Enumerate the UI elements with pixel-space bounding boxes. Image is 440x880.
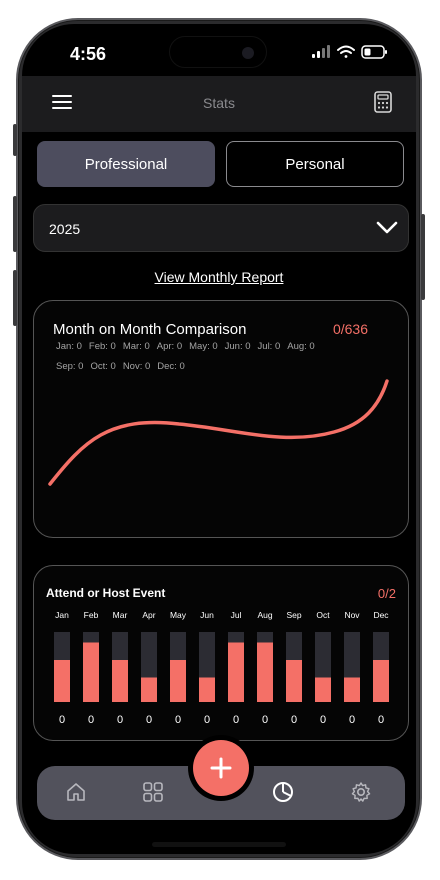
year-select-value: 2025 [49,221,81,237]
volume-up-button [13,196,17,252]
bar-month-label: Aug [257,610,272,620]
bar-month-label: Sep [286,610,301,620]
bar [54,660,70,702]
tab-professional[interactable]: Professional [37,141,215,187]
bar-month-label: Oct [316,610,330,620]
bar [141,677,157,702]
page-title: Stats [203,95,235,111]
home-icon[interactable] [65,781,87,803]
battery-icon [361,45,387,59]
bar-month-label: Jan [55,610,69,620]
power-button [421,214,425,300]
signal-icon [312,45,330,58]
gear-icon[interactable] [350,781,372,803]
camera-icon [242,47,254,59]
bar-value-label: 0 [175,714,181,726]
bar [373,660,389,702]
bar-value-label: 0 [88,714,94,726]
plus-icon [210,757,232,779]
view-monthly-report-link[interactable]: View Monthly Report [22,269,416,285]
bar-value-label: 0 [349,714,355,726]
comparison-line-chart [48,379,389,486]
attend-host-event-card: Attend or Host Event 0/2 Jan 0 Feb 0 Mar 0 Apr… [33,565,409,741]
bar-value-label: 0 [320,714,326,726]
bar-month-label: Feb [84,610,99,620]
event-bar-chart: Jan 0 Feb 0 Mar 0 Apr 0 May 0 Jun 0 Jul 0 Aug 0 Sep 0 Oct 0… [54,610,389,726]
calculator-icon[interactable] [374,91,392,113]
bar-value-label: 0 [233,714,239,726]
dynamic-island [169,36,267,68]
bar-value-label: 0 [291,714,297,726]
bar-value-label: 0 [59,714,65,726]
add-button[interactable] [193,740,249,796]
bar-value-label: 0 [204,714,210,726]
bar-month-label: Jun [200,610,214,620]
volume-down-button [13,270,17,326]
bar-value-label: 0 [117,714,123,726]
bar-month-label: Apr [142,610,155,620]
status-time: 4:56 [70,44,107,64]
bar-month-label: Jul [231,610,242,620]
bar [286,660,302,702]
bar [170,660,186,702]
bar [344,677,360,702]
screen: 4:56 Stats Professional Personal 2025 Vi… [22,24,416,854]
status-icons [312,44,388,65]
bar-value-label: 0 [262,714,268,726]
bar [315,677,331,702]
tab-personal[interactable]: Personal [226,141,404,187]
chevron-down-icon [376,221,398,234]
wifi-icon [337,45,355,58]
pie-chart-icon[interactable] [272,781,294,803]
bar [257,642,273,702]
bar-value-label: 0 [146,714,152,726]
bar [83,642,99,702]
bar-value-label: 0 [378,714,384,726]
home-indicator [152,842,286,847]
bar-month-label: May [170,610,187,620]
mute-switch [13,124,17,156]
year-select[interactable]: 2025 [33,204,409,252]
bar [199,677,215,702]
grid-icon[interactable] [142,781,164,803]
bar-month-label: Dec [373,610,389,620]
comparison-curve [48,379,389,486]
bar [112,660,128,702]
app-header: Stats [22,76,416,132]
bar-month-label: Nov [344,610,360,620]
month-comparison-card: Month on Month Comparison 0/636 Jan: 0 Fe… [33,300,409,538]
bar [228,642,244,702]
bar-month-label: Mar [113,610,128,620]
